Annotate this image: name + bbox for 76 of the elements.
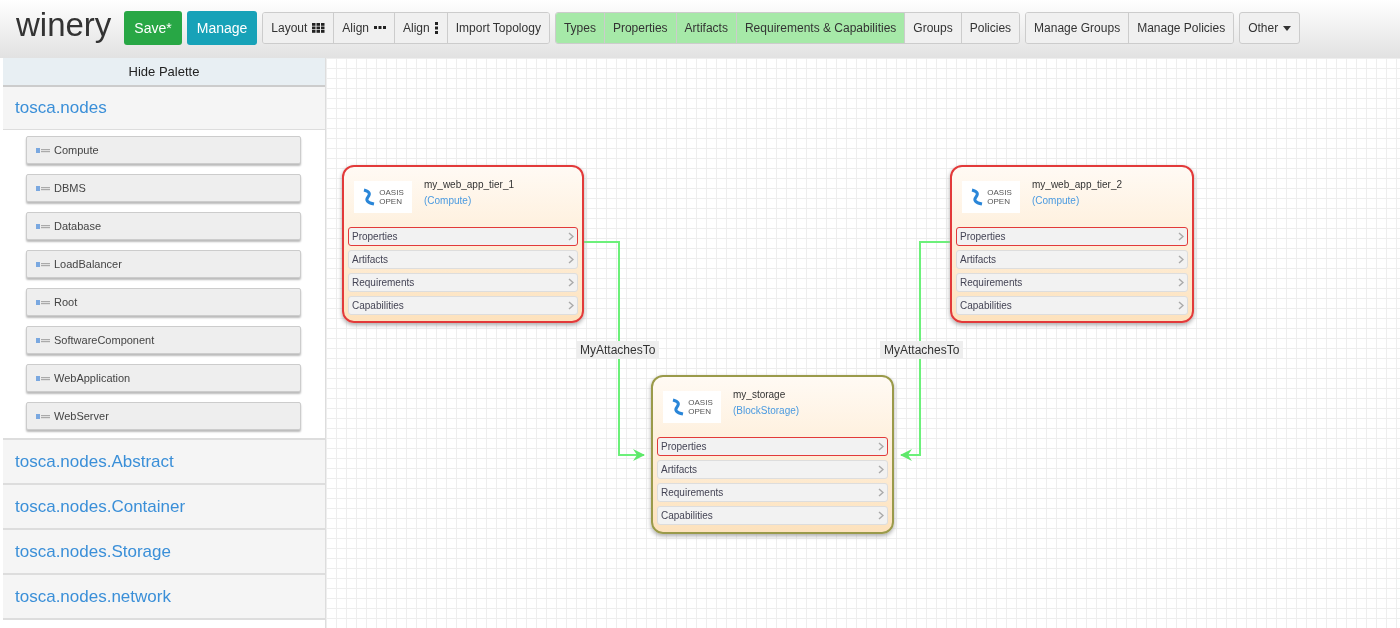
chevron-right-icon bbox=[1178, 255, 1184, 264]
logo-text: OASIS bbox=[987, 188, 1012, 197]
logo-text: OASIS bbox=[688, 398, 713, 407]
other-dropdown[interactable]: Other bbox=[1239, 12, 1301, 44]
node-section-row[interactable]: Requirements bbox=[657, 483, 888, 502]
chevron-right-icon bbox=[1178, 278, 1184, 287]
node-template[interactable]: OASIS OPEN my_web_app_tier_1 (Compute) Properties Artifacts Requirements Capabilities bbox=[342, 165, 584, 323]
chevron-right-icon bbox=[878, 488, 884, 497]
app-logo: winery bbox=[16, 6, 112, 44]
node-type-icon bbox=[36, 146, 50, 154]
palette-item[interactable]: Compute bbox=[26, 136, 301, 164]
node-type-icon bbox=[36, 336, 50, 344]
node-type-icon bbox=[36, 298, 50, 306]
chevron-right-icon bbox=[878, 465, 884, 474]
dots-icon bbox=[434, 22, 439, 34]
node-template[interactable]: OASIS OPEN my_storage (BlockStorage) Properties Artifacts Requirements Capabilities bbox=[651, 375, 894, 534]
logo-text: OPEN bbox=[987, 197, 1011, 206]
toolbar-toggle[interactable]: Policies bbox=[960, 13, 1020, 43]
logo-mark-icon bbox=[362, 188, 377, 206]
dots-icon bbox=[374, 26, 387, 30]
node-section-row[interactable]: Requirements bbox=[956, 273, 1188, 292]
logo-mark-icon bbox=[671, 398, 686, 416]
toolbar-toggle[interactable]: Align bbox=[333, 13, 395, 43]
palette-item[interactable]: WebApplication bbox=[26, 364, 301, 392]
palette-item[interactable]: Root bbox=[26, 288, 301, 316]
toolbar-toggle[interactable]: Manage Groups bbox=[1026, 13, 1129, 43]
grid-icon bbox=[312, 23, 326, 33]
node-section-row[interactable]: Capabilities bbox=[956, 296, 1188, 315]
toolbar-toggle[interactable]: Import Topology bbox=[446, 13, 549, 43]
node-type-icon bbox=[36, 222, 50, 230]
palette-item[interactable]: SoftwareComponent bbox=[26, 326, 301, 354]
node-name: my_web_app_tier_1 bbox=[424, 178, 515, 190]
node-template[interactable]: OASIS OPEN my_web_app_tier_2 (Compute) Properties Artifacts Requirements Capabilities bbox=[950, 165, 1194, 323]
node-section-row[interactable]: Artifacts bbox=[956, 250, 1188, 269]
toolbar-toggle[interactable]: Requirements & Capabilities bbox=[735, 13, 905, 43]
logo-mark-icon bbox=[970, 188, 985, 206]
node-type-icon bbox=[36, 374, 50, 382]
node-section-row[interactable]: Capabilities bbox=[348, 296, 578, 315]
logo-text: OASIS bbox=[379, 188, 404, 197]
node-section-row[interactable]: Requirements bbox=[348, 273, 578, 292]
chevron-right-icon bbox=[568, 278, 574, 287]
palette-item[interactable]: Database bbox=[26, 212, 301, 240]
node-type-icon bbox=[36, 184, 50, 192]
node-section-row[interactable]: Artifacts bbox=[657, 460, 888, 479]
hide-palette-button[interactable]: Hide Palette bbox=[3, 58, 325, 87]
node-section-row[interactable]: Properties bbox=[956, 227, 1188, 246]
toolbar-toggle[interactable]: Properties bbox=[603, 13, 676, 43]
palette-item[interactable]: LoadBalancer bbox=[26, 250, 301, 278]
palette-item[interactable]: DBMS bbox=[26, 174, 301, 202]
toolbar-toggle[interactable]: Groups bbox=[904, 13, 961, 43]
toolbar-toggle[interactable]: Align bbox=[394, 13, 447, 43]
node-section-row[interactable]: Artifacts bbox=[348, 250, 578, 269]
node-name: my_storage bbox=[733, 388, 787, 400]
chevron-right-icon bbox=[1178, 301, 1184, 310]
logo-text: OPEN bbox=[688, 407, 712, 416]
node-section-row[interactable]: Properties bbox=[657, 437, 888, 456]
toolbar-toggle[interactable]: Layout bbox=[263, 13, 334, 43]
chevron-right-icon bbox=[878, 442, 884, 451]
caret-icon bbox=[1283, 25, 1292, 31]
node-type-icon bbox=[36, 260, 50, 268]
node-section-row[interactable]: Capabilities bbox=[657, 506, 888, 525]
toolbar-toggle[interactable]: Manage Policies bbox=[1128, 13, 1234, 43]
chevron-right-icon bbox=[878, 511, 884, 520]
node-name: my_web_app_tier_2 bbox=[1032, 178, 1123, 190]
relation-label[interactable]: MyAttachesTo bbox=[576, 341, 660, 359]
node-section-row[interactable]: Properties bbox=[348, 227, 578, 246]
node-type-icon bbox=[36, 412, 50, 420]
relation-label[interactable]: MyAttachesTo bbox=[880, 341, 964, 359]
chevron-right-icon bbox=[568, 232, 574, 241]
chevron-right-icon bbox=[568, 301, 574, 310]
toolbar-toggle[interactable]: Types bbox=[555, 13, 604, 43]
chevron-right-icon bbox=[568, 255, 574, 264]
chevron-right-icon bbox=[1178, 232, 1184, 241]
palette-item[interactable]: WebServer bbox=[26, 402, 301, 430]
toolbar-toggle[interactable]: Artifacts bbox=[675, 13, 736, 43]
logo-text: OPEN bbox=[379, 197, 403, 206]
